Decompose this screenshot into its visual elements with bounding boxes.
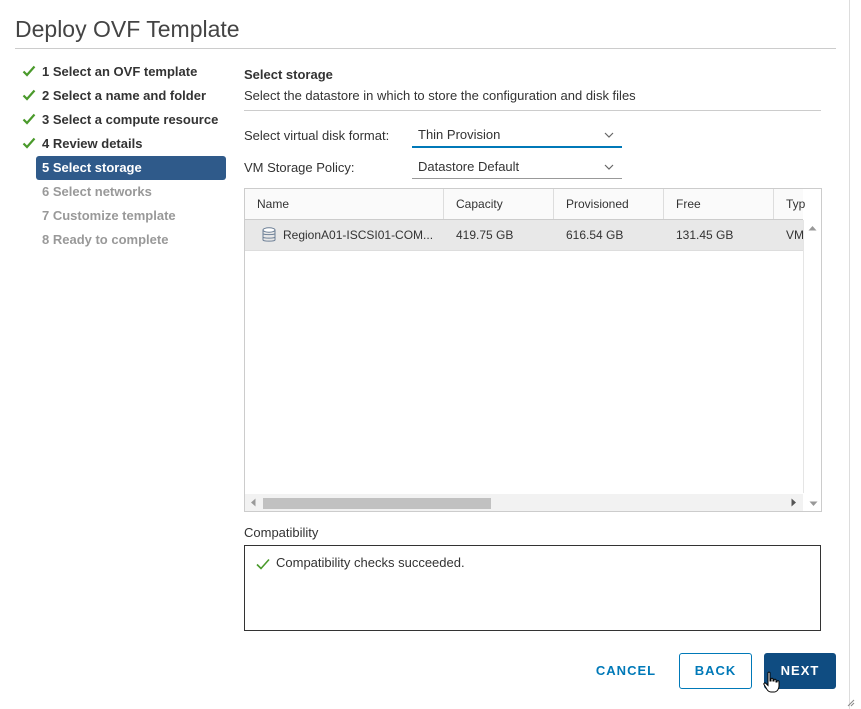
column-header-free[interactable]: Free — [664, 189, 774, 219]
step-8-ready-to-complete: 8 Ready to complete — [20, 228, 226, 252]
dialog-title: Deploy OVF Template — [15, 16, 240, 42]
section-title: Select storage — [244, 67, 333, 82]
step-3-select-compute-resource[interactable]: 3 Select a compute resource — [20, 108, 226, 132]
vertical-scrollbar[interactable] — [803, 220, 821, 493]
step-label: 7 Customize template — [42, 208, 176, 223]
cell-provisioned: 616.54 GB — [566, 228, 624, 242]
check-icon — [22, 89, 36, 101]
table-row[interactable]: RegionA01-ISCSI01-COM... 419.75 GB 616.5… — [245, 220, 803, 251]
scrollbar-thumb[interactable] — [263, 498, 491, 509]
disk-format-value: Thin Provision — [418, 127, 501, 142]
scroll-up-icon[interactable] — [808, 225, 817, 231]
scroll-down-icon[interactable] — [809, 501, 818, 507]
step-label: 6 Select networks — [42, 184, 152, 199]
cancel-button[interactable]: CANCEL — [586, 654, 666, 688]
compatibility-label: Compatibility — [244, 525, 319, 540]
disk-format-label: Select virtual disk format: — [244, 128, 390, 143]
step-1-select-ovf-template[interactable]: 1 Select an OVF template — [20, 60, 226, 84]
column-header-provisioned[interactable]: Provisioned — [554, 189, 664, 219]
check-icon — [22, 137, 36, 149]
storage-policy-select[interactable]: Datastore Default — [412, 156, 622, 179]
step-label: 3 Select a compute resource — [42, 112, 219, 127]
step-2-select-name-folder[interactable]: 2 Select a name and folder — [20, 84, 226, 108]
grid-header: Name Capacity Provisioned Free Typ — [245, 189, 805, 220]
section-description: Select the datastore in which to store t… — [244, 88, 636, 103]
horizontal-scrollbar[interactable] — [245, 494, 803, 511]
chevron-down-icon — [604, 132, 614, 138]
column-header-type[interactable]: Typ — [774, 189, 805, 219]
cell-type: VM — [786, 228, 803, 242]
wizard-steps: 1 Select an OVF template 2 Select a name… — [20, 60, 226, 252]
deploy-ovf-dialog: Deploy OVF Template 1 Select an OVF temp… — [0, 0, 861, 709]
compatibility-message: Compatibility checks succeeded. — [276, 555, 465, 570]
cell-capacity: 419.75 GB — [456, 228, 514, 242]
title-divider — [15, 48, 836, 49]
cell-free: 131.45 GB — [676, 228, 734, 242]
hand-cursor-icon — [763, 671, 780, 693]
check-icon — [256, 558, 270, 570]
step-label: 1 Select an OVF template — [42, 64, 198, 79]
column-header-capacity[interactable]: Capacity — [444, 189, 554, 219]
disk-format-select[interactable]: Thin Provision — [412, 124, 622, 148]
datastore-grid: Name Capacity Provisioned Free Typ Regio… — [244, 188, 822, 512]
scroll-right-icon[interactable] — [791, 498, 797, 507]
step-4-review-details[interactable]: 4 Review details — [20, 132, 226, 156]
dialog-edge — [849, 0, 850, 709]
column-header-name[interactable]: Name — [245, 189, 444, 219]
section-divider — [244, 110, 821, 111]
compatibility-box: Compatibility checks succeeded. — [244, 545, 821, 631]
storage-policy-label: VM Storage Policy: — [244, 160, 355, 175]
step-label: 5 Select storage — [42, 160, 142, 175]
step-5-select-storage[interactable]: 5 Select storage — [36, 156, 226, 180]
step-label: 2 Select a name and folder — [42, 88, 207, 103]
back-button[interactable]: BACK — [679, 653, 752, 689]
check-icon — [22, 113, 36, 125]
step-label: 4 Review details — [42, 136, 143, 151]
step-7-customize-template: 7 Customize template — [20, 204, 226, 228]
step-6-select-networks: 6 Select networks — [20, 180, 226, 204]
chevron-down-icon — [604, 164, 614, 170]
scroll-left-icon[interactable] — [250, 498, 256, 507]
storage-policy-value: Datastore Default — [418, 159, 520, 174]
cell-name: RegionA01-ISCSI01-COM... — [283, 228, 434, 242]
resize-handle-icon[interactable] — [845, 697, 855, 707]
check-icon — [22, 65, 36, 77]
step-label: 8 Ready to complete — [42, 232, 169, 247]
